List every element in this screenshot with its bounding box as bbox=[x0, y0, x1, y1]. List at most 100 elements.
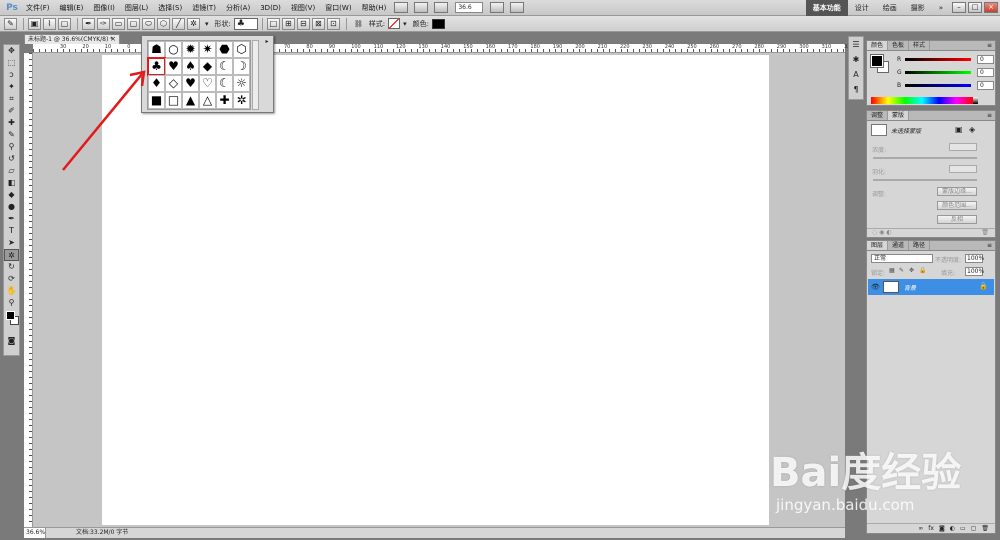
shape-cell[interactable]: ⬡ bbox=[233, 41, 250, 58]
add-mask-icon[interactable]: ◙ bbox=[939, 524, 945, 533]
brush-tool-icon[interactable]: ✎ bbox=[4, 129, 19, 141]
new-group-icon[interactable]: ▭ bbox=[960, 524, 966, 533]
maximize-button[interactable]: □ bbox=[968, 2, 982, 13]
hand-tool-icon[interactable]: ✋ bbox=[4, 285, 19, 297]
menu-filter[interactable]: 滤镜(T) bbox=[187, 0, 221, 16]
color-range-button[interactable]: 颜色范围... bbox=[937, 201, 977, 210]
menu-edit[interactable]: 编辑(E) bbox=[55, 0, 89, 16]
shape-dropdown-arrow[interactable]: ▾ bbox=[205, 20, 209, 28]
close-button[interactable]: × bbox=[984, 2, 998, 13]
3d-rotate-tool-icon[interactable]: ↻ bbox=[4, 261, 19, 273]
marquee-tool-icon[interactable]: ⬚ bbox=[4, 57, 19, 69]
pen-icon[interactable]: ✒ bbox=[82, 17, 95, 30]
pixel-mask-icon[interactable]: ▣ bbox=[955, 125, 963, 134]
shape-cell[interactable]: ▲ bbox=[182, 92, 199, 109]
layer-style-icon[interactable]: fx bbox=[928, 524, 934, 533]
foreground-color-swatch[interactable] bbox=[870, 54, 884, 68]
style-swatch[interactable] bbox=[388, 18, 401, 29]
tab-masks[interactable]: 蒙版 bbox=[888, 111, 910, 120]
fill-field[interactable]: 100% bbox=[965, 267, 984, 276]
panel-menu-icon[interactable]: ≡ bbox=[987, 41, 995, 50]
delete-mask-icon[interactable]: 🗑 bbox=[981, 229, 989, 237]
workspace-painting[interactable]: 绘画 bbox=[876, 0, 904, 16]
shape-cell[interactable]: ☽ bbox=[233, 58, 250, 75]
quick-mask-icon[interactable]: ◙ bbox=[4, 335, 19, 347]
panel-menu-icon[interactable]: ≡ bbox=[987, 111, 995, 120]
subtract-mode-icon[interactable]: ⊟ bbox=[296, 17, 310, 30]
shape-cell[interactable]: ◆ bbox=[199, 58, 216, 75]
screen-mode-icon[interactable] bbox=[510, 2, 525, 13]
invert-button[interactable]: 反相 bbox=[937, 215, 977, 224]
lock-pixels-icon[interactable]: ✎ bbox=[899, 267, 904, 274]
shape-cell[interactable]: ○ bbox=[165, 41, 182, 58]
workspace-photography[interactable]: 摄影 bbox=[904, 0, 932, 16]
lasso-tool-icon[interactable]: ↄ bbox=[4, 69, 19, 81]
mini-bridge-icon[interactable] bbox=[414, 2, 429, 13]
adjustment-layer-icon[interactable]: ◐ bbox=[950, 524, 955, 533]
shape-cell[interactable]: ♡ bbox=[199, 75, 216, 92]
paragraph-panel-icon[interactable]: ¶ bbox=[849, 82, 863, 97]
shape-cell[interactable]: ♥ bbox=[165, 58, 182, 75]
new-layer-icon[interactable]: ▢ bbox=[971, 524, 977, 533]
green-slider[interactable] bbox=[905, 71, 971, 74]
lock-transparent-icon[interactable]: ▦ bbox=[889, 267, 895, 274]
blue-slider[interactable] bbox=[905, 84, 971, 87]
blue-value-field[interactable]: 0 bbox=[977, 81, 994, 90]
document-tab[interactable]: 未标题-1 @ 36.6%(CMYK/8) * × bbox=[24, 34, 120, 44]
shape-cell[interactable]: ☼ bbox=[233, 75, 250, 92]
tab-swatches[interactable]: 色板 bbox=[888, 41, 910, 50]
document-canvas[interactable] bbox=[102, 55, 769, 525]
ellipse-icon[interactable]: ⬭ bbox=[142, 17, 155, 30]
shape-cell[interactable]: ♥ bbox=[182, 75, 199, 92]
rounded-rectangle-icon[interactable]: ▢ bbox=[127, 17, 140, 30]
shape-cell[interactable]: ✲ bbox=[233, 92, 250, 109]
eraser-tool-icon[interactable]: ▱ bbox=[4, 165, 19, 177]
zoom-level-field[interactable]: 36.6 bbox=[455, 2, 484, 13]
rectangle-icon[interactable]: ▭ bbox=[112, 17, 125, 30]
fill-pixels-icon[interactable]: ▢ bbox=[58, 17, 71, 30]
menu-3d[interactable]: 3D(D) bbox=[255, 0, 286, 16]
workspace-more[interactable]: » bbox=[932, 0, 950, 16]
custom-shape-tool-icon[interactable]: ✲ bbox=[4, 249, 19, 261]
red-slider[interactable] bbox=[905, 58, 971, 61]
menu-file[interactable]: 文件(F) bbox=[21, 0, 55, 16]
feather-slider[interactable] bbox=[873, 179, 977, 181]
panel-menu-icon[interactable]: ≡ bbox=[987, 241, 995, 250]
status-zoom[interactable]: 36.6% bbox=[24, 528, 46, 538]
new-layer-mode-icon[interactable]: □ bbox=[266, 17, 280, 30]
shape-cell[interactable]: ☗ bbox=[148, 41, 165, 58]
paths-icon[interactable]: ⌇ bbox=[43, 17, 56, 30]
menu-layer[interactable]: 图层(L) bbox=[120, 0, 153, 16]
tab-color[interactable]: 颜色 bbox=[867, 41, 889, 50]
shape-cell[interactable]: ♦ bbox=[148, 75, 165, 92]
lock-all-icon[interactable]: 🔒 bbox=[919, 267, 926, 274]
lock-position-icon[interactable]: ✥ bbox=[909, 267, 914, 274]
healing-brush-tool-icon[interactable]: ✚ bbox=[4, 117, 19, 129]
shape-cell[interactable]: ◇ bbox=[165, 75, 182, 92]
eye-icon[interactable]: 👁 bbox=[871, 283, 880, 291]
shape-cell[interactable]: ✚ bbox=[216, 92, 233, 109]
arrange-documents-icon[interactable] bbox=[490, 2, 505, 13]
link-icon[interactable]: ⛓ bbox=[354, 20, 363, 28]
shape-cell[interactable]: ✷ bbox=[199, 41, 216, 58]
foreground-color-swatch[interactable] bbox=[6, 311, 15, 320]
hand-view-icon[interactable] bbox=[434, 2, 449, 13]
history-panel-icon[interactable]: ☰ bbox=[849, 37, 863, 52]
tab-adjustments[interactable]: 调整 bbox=[867, 111, 889, 120]
quick-select-tool-icon[interactable]: ✦ bbox=[4, 81, 19, 93]
close-icon[interactable]: × bbox=[110, 35, 116, 44]
intersect-mode-icon[interactable]: ⊠ bbox=[311, 17, 325, 30]
opacity-field[interactable]: 100% bbox=[965, 254, 984, 263]
layer-row-background[interactable]: 👁 背景 🔒 bbox=[868, 279, 994, 295]
history-brush-tool-icon[interactable]: ↺ bbox=[4, 153, 19, 165]
type-tool-icon[interactable]: T bbox=[4, 225, 19, 237]
workspace-essentials[interactable]: 基本功能 bbox=[805, 0, 848, 16]
black-white-ramp[interactable] bbox=[973, 97, 978, 104]
apply-mask-icon[interactable]: ◉ bbox=[879, 229, 884, 236]
freeform-pen-icon[interactable]: ✑ bbox=[97, 17, 110, 30]
clone-stamp-tool-icon[interactable]: ⚲ bbox=[4, 141, 19, 153]
link-layers-icon[interactable]: ∞ bbox=[918, 524, 923, 533]
popup-menu-icon[interactable]: ▸ bbox=[262, 38, 272, 46]
line-icon[interactable]: ╱ bbox=[172, 17, 185, 30]
workspace-design[interactable]: 设计 bbox=[848, 0, 876, 16]
